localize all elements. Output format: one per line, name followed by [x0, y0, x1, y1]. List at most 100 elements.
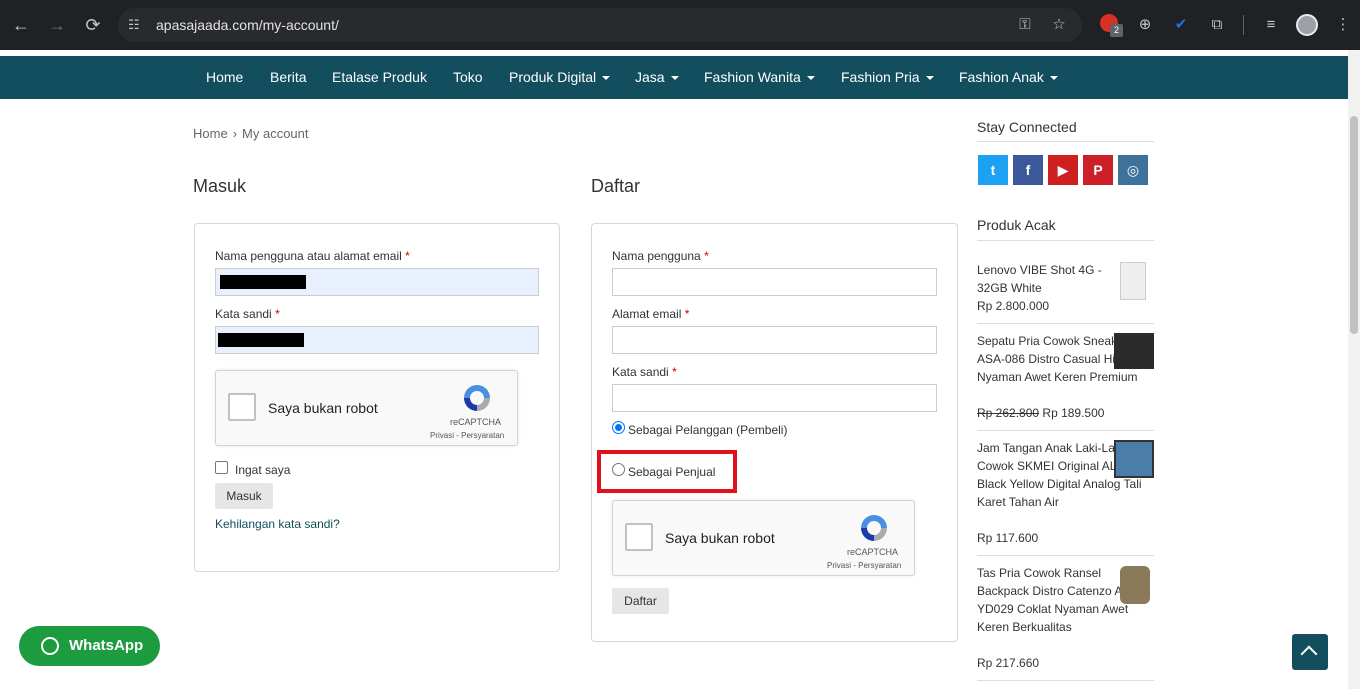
chevron-down-icon — [602, 76, 611, 81]
login-username-input[interactable] — [215, 268, 539, 296]
login-password-input[interactable] — [215, 326, 539, 354]
key-icon[interactable]: ⚿ — [1016, 16, 1034, 34]
site-navigation: Home Berita Etalase Produk Toko Produk D… — [0, 56, 1348, 99]
role-buyer-label: Sebagai Pelanggan (Pembeli) — [628, 423, 788, 437]
whatsapp-button[interactable]: WhatsApp — [19, 626, 160, 666]
recaptcha-checkbox[interactable] — [625, 523, 653, 551]
product-price-2: Rp 262.800 Rp 189.500 — [977, 406, 1105, 420]
shield-check-icon[interactable]: ✔ — [1170, 14, 1192, 36]
recaptcha-logo-icon — [861, 515, 887, 541]
register-recaptcha: Saya bukan robot reCAPTCHA Privasi - Per… — [612, 500, 915, 576]
recaptcha-privacy-links[interactable]: Privasi - Persyaratan — [430, 431, 504, 440]
register-password-label: Kata sandi * — [612, 365, 677, 379]
recaptcha-text: Saya bukan robot — [665, 530, 775, 546]
recaptcha-checkbox[interactable] — [228, 393, 256, 421]
register-password-input[interactable] — [612, 384, 937, 412]
remember-me-checkbox[interactable] — [215, 461, 228, 474]
instagram-icon[interactable]: ◎ — [1118, 155, 1148, 185]
product-thumb-watch[interactable] — [1114, 440, 1154, 478]
chevron-down-icon — [806, 76, 815, 81]
login-password-label: Kata sandi * — [215, 307, 280, 321]
random-products-title: Produk Acak — [977, 217, 1056, 233]
nav-item-fashion-anak[interactable]: Fashion Anak — [959, 69, 1058, 85]
chevron-right-icon: › — [232, 126, 238, 141]
chevron-up-icon — [1300, 645, 1318, 663]
nav-item-fashion-pria[interactable]: Fashion Pria — [841, 69, 934, 85]
url-text: apasajaada.com/my-account/ — [156, 17, 339, 33]
forward-icon[interactable]: → — [45, 13, 69, 37]
nav-item-produk-digital[interactable]: Produk Digital — [509, 69, 611, 85]
scroll-to-top-button[interactable] — [1292, 634, 1328, 670]
reading-list-icon[interactable]: ≡ — [1260, 14, 1282, 36]
divider — [977, 680, 1154, 681]
address-bar[interactable]: ☷ apasajaada.com/my-account/ ⚿ ☆ — [118, 8, 1082, 42]
product-name-1[interactable]: Lenovo VIBE Shot 4G - 32GB White — [977, 261, 1107, 297]
login-submit-button[interactable]: Masuk — [215, 483, 273, 509]
youtube-icon[interactable]: ▶ — [1048, 155, 1078, 185]
toolbar-divider — [1243, 15, 1244, 35]
avatar[interactable] — [1296, 14, 1318, 36]
extension-badge-count: 2 — [1110, 24, 1123, 37]
whatsapp-label: WhatsApp — [69, 637, 144, 654]
nav-item-toko[interactable]: Toko — [453, 69, 483, 85]
chevron-down-icon — [925, 76, 934, 81]
product-old-price-2: Rp 262.800 — [977, 406, 1040, 420]
register-submit-button[interactable]: Daftar — [612, 588, 669, 614]
register-username-input[interactable] — [612, 268, 937, 296]
puzzle-icon[interactable]: ⧉ — [1206, 14, 1228, 36]
back-icon[interactable]: ← — [9, 13, 33, 37]
stay-connected-title: Stay Connected — [977, 119, 1077, 135]
login-username-label: Nama pengguna atau alamat email * — [215, 249, 410, 263]
divider — [977, 323, 1154, 324]
redacted-value — [220, 275, 306, 289]
facebook-icon[interactable]: f — [1013, 155, 1043, 185]
divider — [977, 555, 1154, 556]
extension-icon[interactable]: 2 — [1100, 14, 1123, 37]
product-price-4: Rp 217.660 — [977, 656, 1040, 670]
nav-item-jasa[interactable]: Jasa — [635, 69, 679, 85]
product-price-1: Rp 2.800.000 — [977, 299, 1050, 313]
nav-item-home[interactable]: Home — [206, 69, 243, 85]
menu-icon[interactable]: ⋮ — [1332, 14, 1354, 36]
reload-icon[interactable]: ⟳ — [81, 13, 105, 37]
nav-item-berita[interactable]: Berita — [270, 69, 307, 85]
twitter-icon[interactable]: t — [978, 155, 1008, 185]
nav-item-etalase-produk[interactable]: Etalase Produk — [332, 69, 427, 85]
product-thumb-phone[interactable] — [1120, 262, 1146, 300]
chevron-down-icon — [670, 76, 679, 81]
divider — [977, 141, 1154, 142]
register-username-label: Nama pengguna * — [612, 249, 709, 263]
product-price-3: Rp 117.600 — [977, 531, 1039, 545]
recaptcha-privacy-links[interactable]: Privasi - Persyaratan — [827, 561, 901, 570]
divider — [977, 430, 1154, 431]
remember-me-label: Ingat saya — [235, 463, 291, 477]
recaptcha-text: Saya bukan robot — [268, 400, 378, 416]
pinterest-icon[interactable]: P — [1083, 155, 1113, 185]
breadcrumb: Home › My account — [193, 126, 309, 141]
login-recaptcha: Saya bukan robot reCAPTCHA Privasi - Per… — [215, 370, 518, 446]
login-title: Masuk — [193, 176, 247, 196]
role-buyer-radio[interactable] — [612, 421, 625, 434]
divider — [977, 240, 1154, 241]
role-seller-radio[interactable] — [612, 463, 625, 476]
breadcrumb-current: My account — [242, 126, 309, 141]
nav-item-fashion-wanita[interactable]: Fashion Wanita — [704, 69, 815, 85]
browser-toolbar: ← → ⟳ ☷ apasajaada.com/my-account/ ⚿ ☆ 2… — [0, 0, 1360, 50]
scrollbar-thumb[interactable] — [1350, 116, 1358, 334]
page-scrollbar[interactable] — [1348, 50, 1360, 689]
lost-password-link[interactable]: Kehilangan kata sandi? — [215, 517, 340, 531]
breadcrumb-home[interactable]: Home — [193, 126, 228, 141]
star-icon[interactable]: ☆ — [1050, 16, 1068, 34]
globe-icon[interactable]: ⊕ — [1134, 14, 1156, 36]
product-thumb-shoe[interactable] — [1114, 333, 1154, 369]
recaptcha-logo-icon — [464, 385, 490, 411]
role-seller-label: Sebagai Penjual — [628, 465, 716, 479]
redacted-value — [218, 333, 304, 347]
whatsapp-icon — [41, 637, 59, 655]
recaptcha-brand: reCAPTCHA — [847, 547, 899, 557]
register-email-input[interactable] — [612, 326, 937, 354]
site-info-icon[interactable]: ☷ — [128, 17, 144, 33]
register-title: Daftar — [591, 176, 641, 196]
chevron-down-icon — [1049, 76, 1058, 81]
product-thumb-backpack[interactable] — [1120, 566, 1150, 604]
